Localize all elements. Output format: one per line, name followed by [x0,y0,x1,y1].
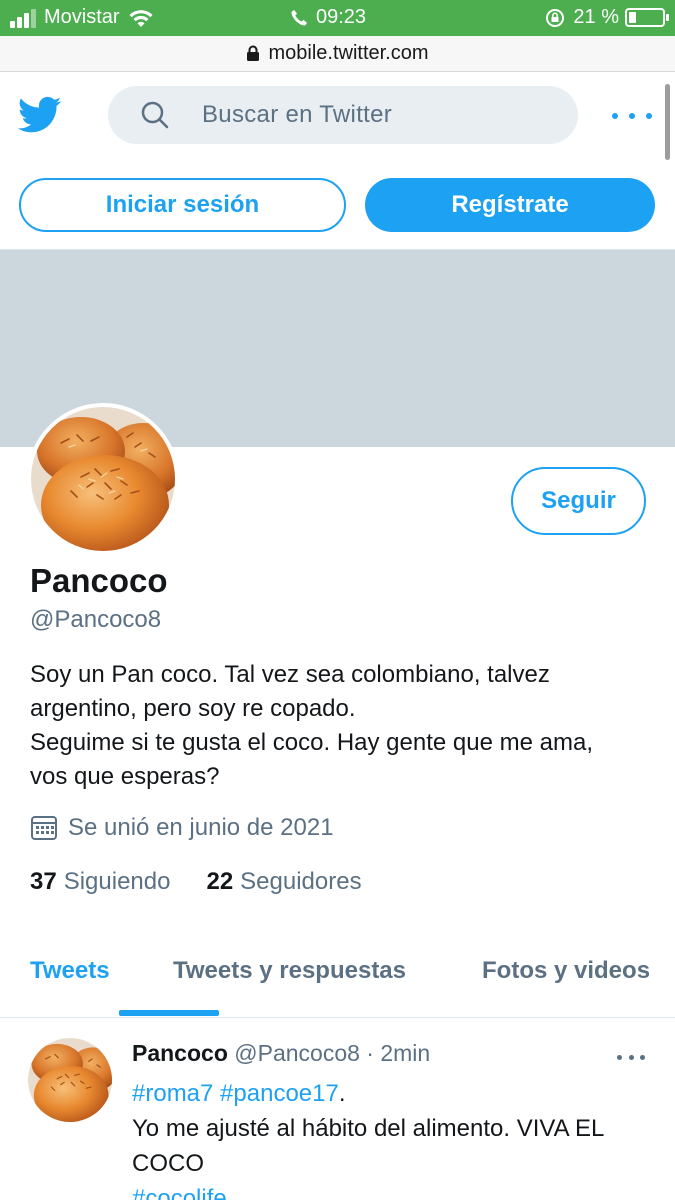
hashtag-link[interactable]: #roma7 [132,1080,213,1107]
tweet-handle-time: @Pancoco8 · 2min [234,1040,431,1066]
status-time: 09:23 [316,6,367,28]
battery-icon [625,8,669,27]
carrier-name: Movistar [44,6,120,28]
twitter-logo-icon[interactable] [18,96,62,134]
tweet-text: #roma7 #pancoe17. Yo me ajusté al hábito… [132,1076,652,1200]
tweet-header: Pancoco @Pancoco8 · 2min [132,1040,430,1067]
more-options-icon[interactable] [612,100,652,132]
rotation-lock-icon [546,8,565,27]
signup-button[interactable]: Regístrate [365,178,655,232]
bio-line: Soy un Pan coco. Tal vez sea colombiano,… [30,661,550,688]
profile-avatar[interactable] [27,403,179,555]
status-bar: Movistar 09:23 21 % [0,0,675,36]
join-date: Se unió en junio de 2021 [30,814,334,842]
following-count: 37 [30,868,57,895]
scrollbar[interactable] [665,84,670,160]
active-tab-indicator [119,1010,219,1016]
lock-icon [247,45,260,61]
search-input[interactable]: Buscar en Twitter [108,86,578,144]
tweet-avatar[interactable] [28,1038,112,1122]
tweet-punctuation: . [338,1080,346,1107]
coconut-bread-image [31,407,175,551]
signal-icon [10,8,38,28]
url-text: mobile.twitter.com [268,42,429,64]
tweet-text-line: Yo me ajusté al hábito del alimento. VIV… [132,1115,605,1142]
hashtag-link[interactable]: #pancoe17 [220,1080,339,1107]
search-placeholder: Buscar en Twitter [202,101,393,128]
tweet-more-icon[interactable] [617,1052,645,1062]
calendar-icon [31,816,57,840]
join-date-text: Se unió en junio de 2021 [68,814,334,841]
battery-percent: 21 % [573,6,619,28]
follow-button[interactable]: Seguir [511,467,646,535]
profile-stats: 37 Siguiendo 22 Seguidores [30,868,362,896]
tab-tweets-and-replies[interactable]: Tweets y respuestas [173,957,406,985]
followers-link[interactable]: 22 Seguidores [206,868,361,896]
following-link[interactable]: 37 Siguiendo [30,868,170,896]
profile-bio: Soy un Pan coco. Tal vez sea colombiano,… [30,658,650,794]
login-button[interactable]: Iniciar sesión [19,178,346,232]
tab-tweets[interactable]: Tweets [30,957,110,985]
following-label: Siguiendo [63,868,171,895]
url-bar[interactable]: mobile.twitter.com [0,36,675,72]
coconut-bread-image [28,1038,112,1122]
tweet-text-line: COCO [132,1150,204,1177]
bio-line: Seguime si te gusta el coco. Hay gente q… [30,729,593,756]
search-icon [141,101,169,129]
followers-count: 22 [206,868,234,895]
profile-display-name: Pancoco [30,562,168,599]
followers-label: Seguidores [240,868,362,895]
bio-line: vos que esperas? [30,763,220,790]
profile-handle: @Pancoco8 [30,606,162,633]
tweet-author-name[interactable]: Pancoco [132,1040,228,1066]
tab-photos-and-videos[interactable]: Fotos y videos [482,957,650,985]
hashtag-link[interactable]: #cocolife [132,1185,227,1200]
bio-line: argentino, pero soy re copado. [30,695,356,722]
phone-icon [291,9,307,26]
profile-tabs: Tweets Tweets y respuestas Fotos y video… [0,940,675,1018]
wifi-icon [129,9,153,27]
